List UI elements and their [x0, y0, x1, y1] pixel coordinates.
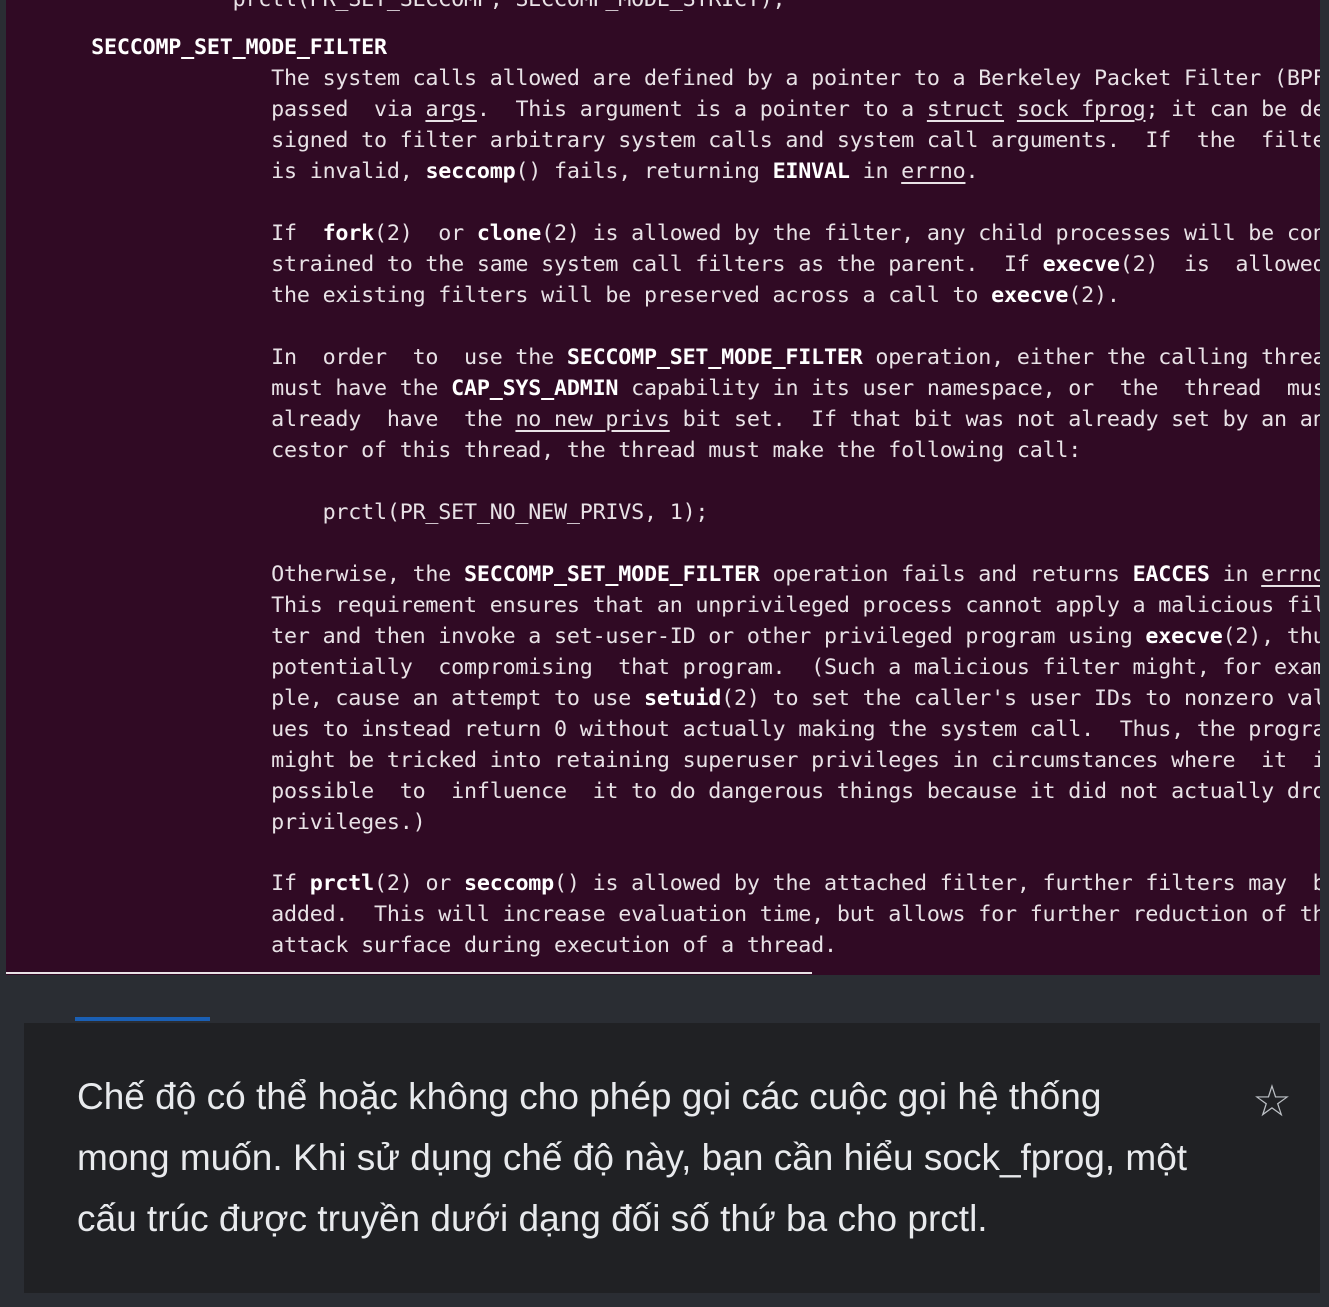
man-page-line: ues to instead return 0 without actually…	[14, 717, 1320, 742]
man-page-line: possible to influence it to do dangerous…	[14, 779, 1320, 804]
man-page-line: privileges.)	[14, 810, 426, 835]
man-page-line: This requirement ensures that an unprivi…	[14, 593, 1320, 618]
man-page-line: already have the no_new_privs bit set. I…	[14, 407, 1320, 432]
man-page-line: strained to the same system call filters…	[14, 252, 1320, 277]
translation-text: Chế độ có thể hoặc không cho phép gọi cá…	[77, 1076, 1188, 1239]
separator-bar	[0, 975, 1329, 1003]
man-page-line: In order to use the SECCOMP_SET_MODE_FIL…	[14, 345, 1320, 370]
man-page-line: added. This will increase evaluation tim…	[14, 902, 1320, 927]
man-page-line: attack surface during execution of a thr…	[14, 933, 837, 958]
card-edge	[6, 1003, 24, 1293]
man-page-line: ter and then invoke a set-user-ID or oth…	[14, 624, 1320, 649]
man-page-line: might be tricked into retaining superuse…	[14, 748, 1320, 773]
man-page-line: is invalid, seccomp() fails, returning E…	[14, 159, 979, 184]
man-page-line: SECCOMP_SET_MODE_FILTER	[91, 35, 387, 60]
star-icon[interactable]: ☆	[1248, 1078, 1296, 1126]
man-page-line: passed via args. This argument is a poin…	[14, 97, 1320, 122]
man-page-line: signed to filter arbitrary system calls …	[14, 128, 1320, 153]
man-page-terminal: prctl(PR_SET_SECCOMP, SECCOMP_MODE_STRIC…	[6, 0, 1320, 975]
man-page-line: cestor of this thread, the thread must m…	[14, 438, 1082, 463]
man-page-line: Otherwise, the SECCOMP_SET_MODE_FILTER o…	[14, 562, 1320, 587]
man-page-line: prctl(PR_SET_NO_NEW_PRIVS, 1);	[14, 500, 709, 525]
man-page-line: prctl(PR_SET_SECCOMP, SECCOMP_MODE_STRIC…	[14, 0, 786, 15]
man-page-line: the existing filters will be preserved a…	[14, 283, 1120, 308]
active-tab-indicator	[75, 1017, 210, 1021]
terminal-selection-underline	[6, 972, 812, 974]
man-page-line: The system calls allowed are defined by …	[14, 66, 1320, 91]
man-page-line: potentially compromising that program. (…	[14, 655, 1320, 680]
man-page-line: If prctl(2) or seccomp() is allowed by t…	[14, 871, 1320, 896]
man-page-line: ple, cause an attempt to use setuid(2) t…	[14, 686, 1320, 711]
man-page-line: must have the CAP_SYS_ADMIN capability i…	[14, 376, 1320, 401]
man-page-line: If fork(2) or clone(2) is allowed by the…	[14, 221, 1320, 246]
